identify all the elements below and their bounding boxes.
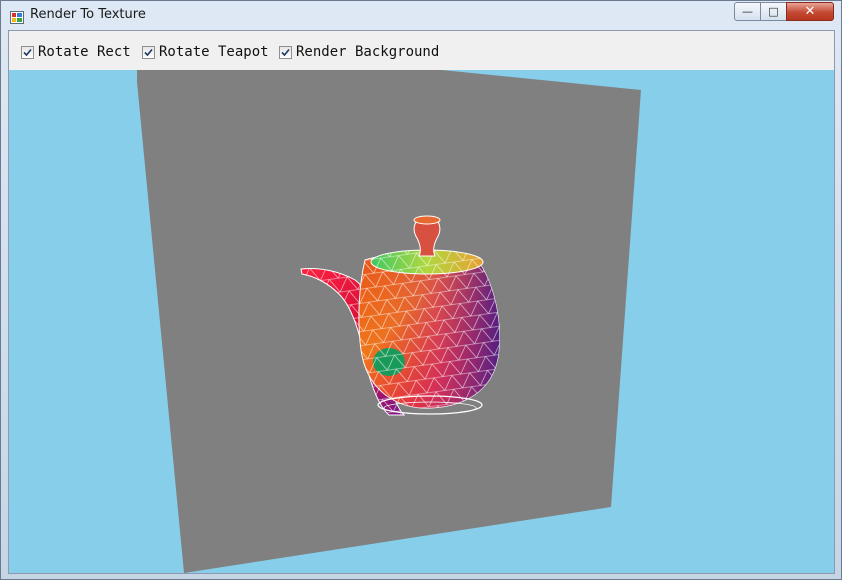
render-viewport[interactable]: [9, 70, 834, 573]
window-title: Render To Texture: [30, 7, 146, 22]
render-background-label: Render Background: [296, 44, 440, 60]
checkbox-box[interactable]: [142, 45, 155, 59]
app-icon: [10, 9, 24, 24]
rotate-teapot-label: Rotate Teapot: [159, 44, 269, 60]
app-window: Render To Texture — □ ✕ Rotate Rect Rota…: [0, 0, 842, 580]
checkmark-icon: [281, 48, 290, 56]
rotate-teapot-checkbox[interactable]: Rotate Teapot: [142, 44, 269, 60]
render-background-checkbox[interactable]: Render Background: [279, 44, 439, 60]
minimize-icon: —: [742, 5, 753, 18]
options-toolbar: Rotate Rect Rotate Teapot Render Backgro…: [9, 31, 834, 70]
maximize-icon: □: [768, 5, 779, 18]
rotate-rect-checkbox[interactable]: Rotate Rect: [21, 44, 131, 60]
scene-canvas: [137, 70, 641, 573]
checkbox-box[interactable]: [279, 45, 292, 59]
rotate-rect-label: Rotate Rect: [38, 44, 131, 60]
checkmark-icon: [23, 48, 32, 56]
minimize-button[interactable]: —: [734, 2, 761, 21]
close-icon: ✕: [804, 4, 816, 19]
client-area: Rotate Rect Rotate Teapot Render Backgro…: [8, 30, 835, 574]
title-bar[interactable]: Render To Texture — □ ✕: [1, 1, 841, 30]
checkbox-box[interactable]: [21, 45, 34, 59]
maximize-button[interactable]: □: [760, 2, 787, 21]
close-button[interactable]: ✕: [786, 2, 834, 21]
checkmark-icon: [144, 48, 153, 56]
